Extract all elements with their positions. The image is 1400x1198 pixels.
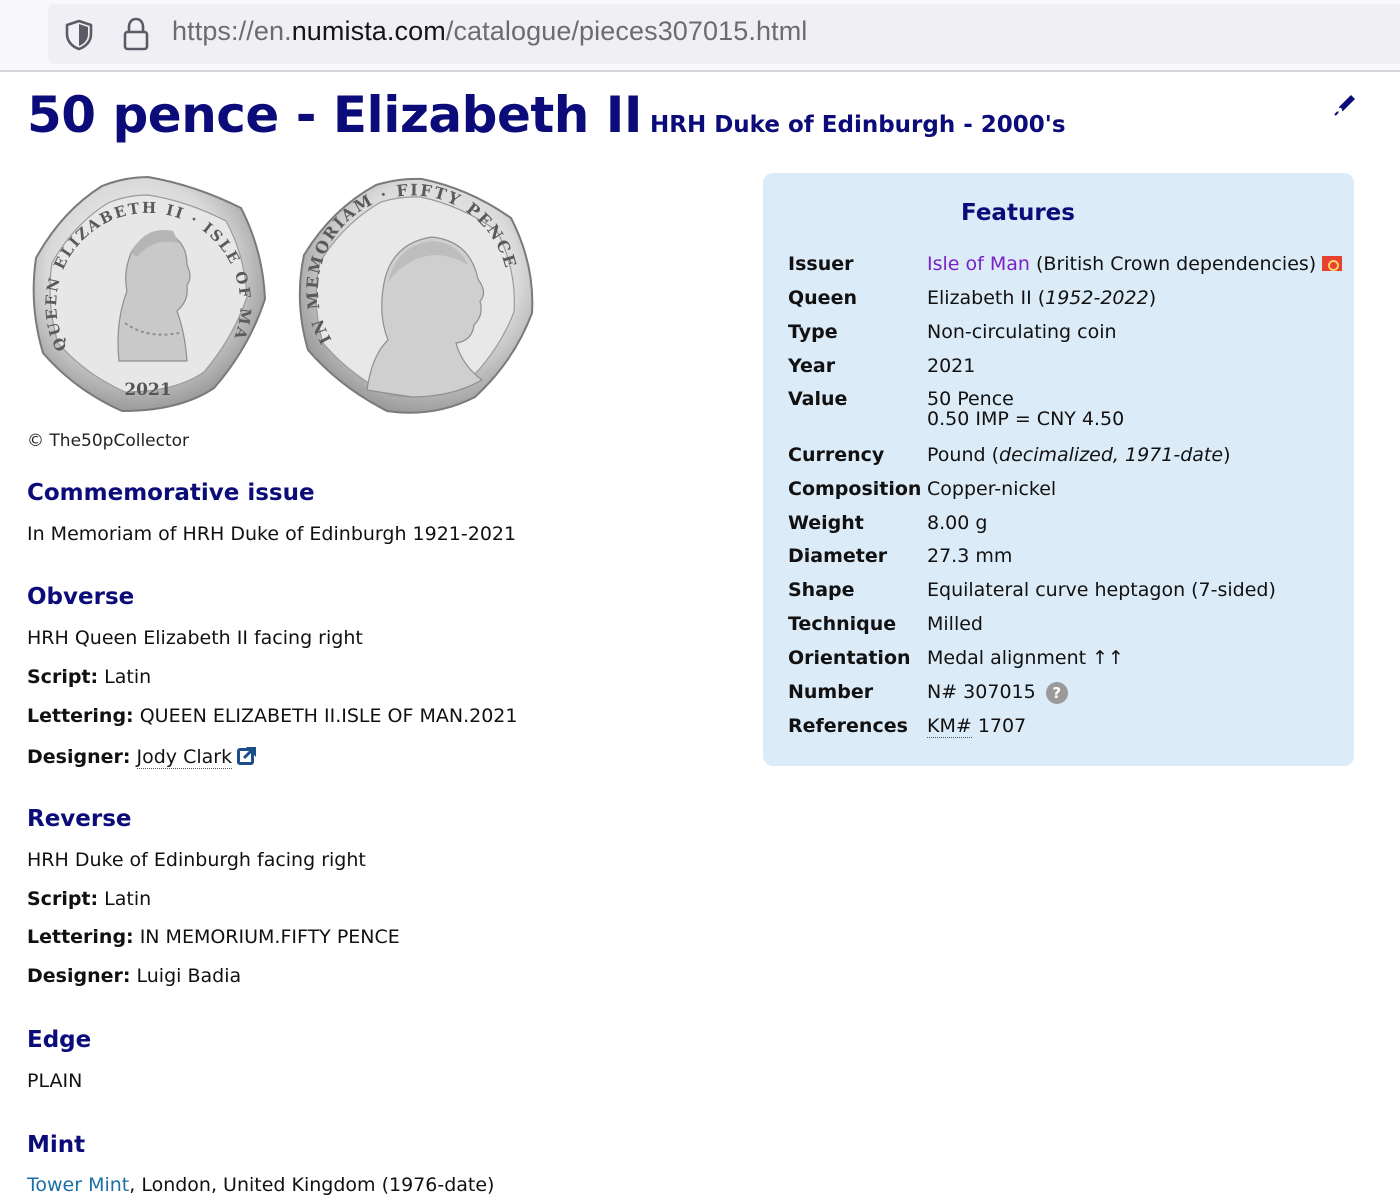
queen-name: Elizabeth II ( [927, 287, 1046, 309]
tracking-protection-shield-icon[interactable] [64, 19, 94, 51]
feature-value: Pound (decimalized, 1971-date) [927, 444, 1230, 466]
feature-value: Medal alignment ↑↑ [927, 647, 1124, 669]
reverse-description: HRH Duke of Edinburgh facing right [27, 849, 366, 871]
feature-value: 50 Pence 0.50 IMP = CNY 4.50 [927, 388, 1124, 432]
page-title: 50 pence - Elizabeth II HRH Duke of Edinb… [27, 86, 1066, 144]
issuer-link[interactable]: Isle of Man [927, 253, 1030, 275]
reverse-lettering-value: IN MEMORIUM.FIFTY PENCE [139, 926, 400, 948]
url-prefix: https://en. [172, 16, 292, 46]
obverse-script: Script: Latin [27, 666, 151, 688]
mint-heading: Mint [27, 1132, 86, 1158]
feature-label: Queen [788, 287, 857, 309]
queen-close-paren: ) [1148, 287, 1157, 309]
feature-label: Number [788, 681, 874, 703]
obverse-designer-link[interactable]: Jody Clark [136, 746, 233, 769]
obverse-heading: Obverse [27, 584, 135, 610]
coin-series: HRH Duke of Edinburgh - 2000's [650, 112, 1066, 138]
edit-pen-icon[interactable] [1332, 92, 1358, 118]
obverse-script-label: Script: [27, 666, 99, 688]
numista-number: N# 307015 [927, 681, 1036, 703]
edge-heading: Edge [27, 1027, 92, 1053]
feature-value: 2021 [927, 355, 976, 377]
obverse-designer: Designer: Jody Clark [27, 744, 258, 769]
queen-link[interactable]: Elizabeth II (1952-2022) [927, 287, 1156, 309]
feature-value: Non-circulating coin [927, 321, 1117, 343]
reverse-lettering: Lettering: IN MEMORIUM.FIFTY PENCE [27, 926, 400, 948]
reverse-coin-image[interactable]: IN MEMORIAM · FIFTY PENCE [292, 175, 538, 421]
feature-label: Type [788, 321, 838, 343]
obverse-description: HRH Queen Elizabeth II facing right [27, 627, 363, 649]
mint-link[interactable]: Tower Mint [27, 1174, 129, 1196]
feature-value: Equilateral curve heptagon (7-sided) [927, 579, 1276, 601]
feature-label: Value [788, 388, 848, 410]
feature-value: 27.3 mm [927, 545, 1013, 567]
feature-value: Milled [927, 613, 983, 635]
currency-period: decimalized, 1971-date [999, 444, 1224, 466]
feature-label: Issuer [788, 253, 854, 275]
commemorative-text: In Memoriam of HRH Duke of Edinburgh 192… [27, 523, 517, 545]
browser-toolbar: https://en.numista.com/catalogue/pieces3… [0, 0, 1400, 72]
feature-label: References [788, 715, 908, 737]
url-domain: numista.com [291, 16, 446, 46]
features-heading: Features [961, 200, 1075, 226]
feature-value: Copper-nickel [927, 478, 1057, 500]
obverse-script-value: Latin [104, 666, 152, 688]
km-number: 1707 [971, 715, 1027, 737]
image-copyright: © The50pCollector [27, 431, 190, 451]
feature-label: Shape [788, 579, 855, 601]
feature-label: Weight [788, 512, 864, 534]
mint-location: , London, United Kingdom (1976-date) [129, 1174, 495, 1196]
reverse-lettering-label: Lettering: [27, 926, 134, 948]
obverse-coin-image[interactable]: 2021 QUEEN ELIZABETH II · ISLE OF MAN [27, 173, 269, 415]
reverse-designer-label: Designer: [27, 965, 131, 987]
feature-value: 8.00 g [927, 512, 988, 534]
feature-label: Currency [788, 444, 885, 466]
km-abbreviation[interactable]: KM# [927, 715, 972, 738]
reverse-script-label: Script: [27, 888, 99, 910]
feature-label: Year [788, 355, 836, 377]
reverse-designer-value: Luigi Badia [136, 965, 242, 987]
obverse-lettering-label: Lettering: [27, 705, 134, 727]
external-link-icon[interactable] [236, 744, 258, 766]
reverse-designer: Designer: Luigi Badia [27, 965, 241, 987]
currency-close: ) [1223, 444, 1231, 466]
obverse-designer-label: Designer: [27, 746, 131, 768]
url-path: /catalogue/pieces307015.html [445, 16, 808, 46]
mint-text: Tower Mint, London, United Kingdom (1976… [27, 1174, 494, 1196]
edge-text: PLAIN [27, 1070, 83, 1092]
help-question-icon[interactable]: ? [1045, 682, 1068, 704]
isle-of-man-flag-icon [1322, 256, 1343, 271]
reverse-script: Script: Latin [27, 888, 151, 910]
coin-title: 50 pence - Elizabeth II [27, 86, 643, 144]
currency-name: Pound ( [927, 444, 1000, 466]
obverse-year-text: 2021 [124, 380, 171, 400]
obverse-lettering-value: QUEEN ELIZABETH II.ISLE OF MAN.2021 [139, 705, 518, 727]
feature-label: Orientation [788, 647, 911, 669]
commemorative-heading: Commemorative issue [27, 480, 315, 506]
reverse-script-value: Latin [104, 888, 152, 910]
queen-reign-years: 1952-2022 [1045, 287, 1149, 309]
feature-label: Technique [788, 613, 897, 635]
feature-value: N# 307015? [927, 681, 1068, 704]
features-panel: Features Issuer Isle of Man (British Cro… [763, 173, 1354, 766]
reverse-heading: Reverse [27, 806, 132, 832]
value-conversion: 0.50 IMP = CNY 4.50 [927, 408, 1125, 430]
issuer-region: (British Crown dependencies) [1029, 253, 1317, 275]
address-bar[interactable]: https://en.numista.com/catalogue/pieces3… [48, 4, 1400, 64]
feature-value: KM# 1707 [927, 715, 1027, 738]
lock-icon[interactable] [122, 17, 150, 51]
obverse-lettering: Lettering: QUEEN ELIZABETH II.ISLE OF MA… [27, 705, 517, 727]
feature-label: Composition [788, 478, 922, 500]
feature-label: Diameter [788, 545, 888, 567]
url-text[interactable]: https://en.numista.com/catalogue/pieces3… [172, 16, 807, 47]
value-denomination: 50 Pence [927, 388, 1014, 410]
